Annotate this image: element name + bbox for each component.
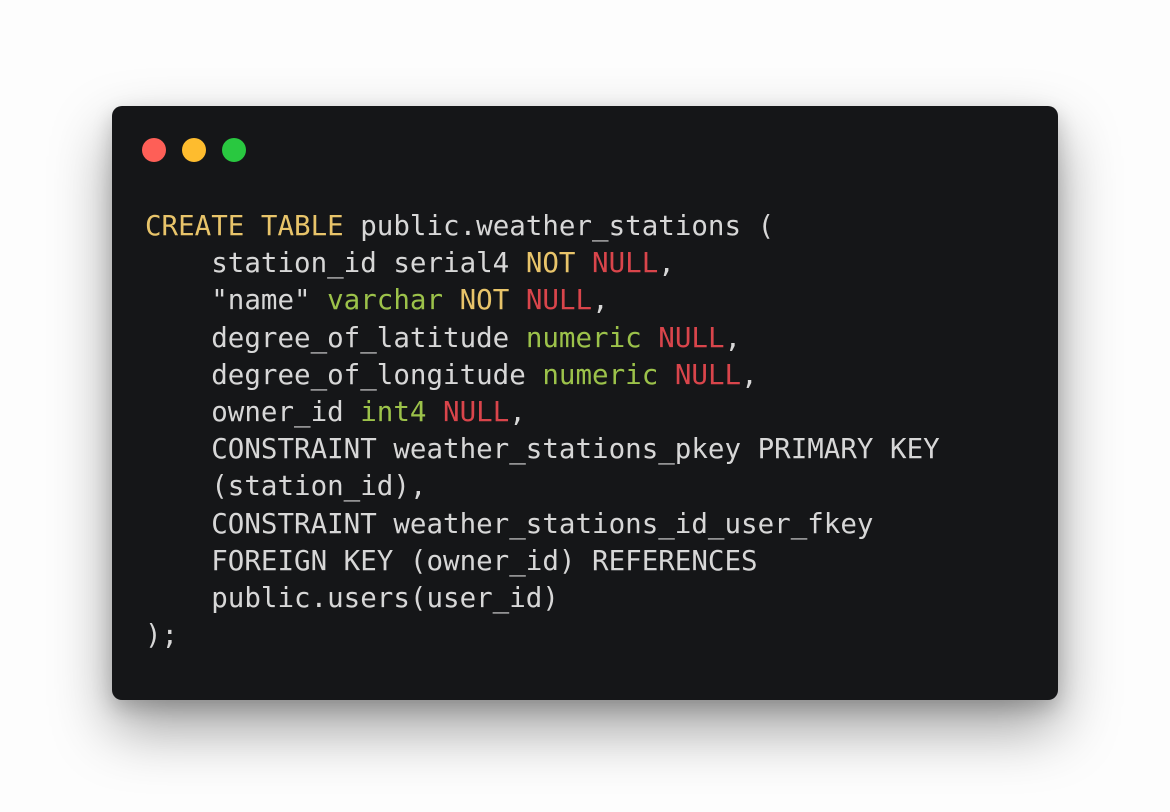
code-line: owner_id int4 NULL, xyxy=(145,394,940,431)
code-line: ); xyxy=(145,617,940,654)
code-token-keyword: NOT xyxy=(525,247,576,280)
code-token-plain: station_id serial4 xyxy=(145,247,526,280)
code-token-null: NULL xyxy=(674,358,742,391)
code-token-plain: degree_of_longitude xyxy=(145,358,543,391)
code-token-plain: , xyxy=(658,247,675,280)
code-token-keyword: NOT xyxy=(459,284,510,317)
code-token-plain: ); xyxy=(145,619,179,652)
code-token-plain: degree_of_latitude xyxy=(145,321,526,354)
code-line: public.users(user_id) xyxy=(145,580,940,617)
page-background: CREATE TABLE public.weather_stations ( s… xyxy=(0,0,1170,812)
code-token-type: numeric xyxy=(525,321,642,354)
code-token-plain: , xyxy=(592,284,609,317)
code-token-null: NULL xyxy=(658,321,725,354)
code-line: CONSTRAINT weather_stations_id_user_fkey xyxy=(145,506,940,543)
code-line: degree_of_longitude numeric NULL, xyxy=(145,357,940,394)
minimize-light[interactable] xyxy=(182,138,206,162)
code-token-plain: , xyxy=(509,395,526,428)
code-line: "name" varchar NOT NULL, xyxy=(145,282,940,319)
code-token-null: NULL xyxy=(525,284,593,317)
code-token-plain: public.weather_stations ( xyxy=(343,210,775,242)
code-line: degree_of_latitude numeric NULL, xyxy=(145,320,940,357)
code-token-null: NULL xyxy=(592,247,659,280)
code-token-type: numeric xyxy=(542,358,659,391)
code-line: (station_id), xyxy=(145,468,940,505)
code-token-plain: FOREIGN KEY (owner_id) REFERENCES xyxy=(145,544,758,577)
code-token-null: NULL xyxy=(443,395,510,428)
code-line: CONSTRAINT weather_stations_pkey PRIMARY… xyxy=(145,431,940,468)
code-token-plain: (station_id), xyxy=(145,470,427,503)
code-token-plain: CONSTRAINT weather_stations_id_user_fkey xyxy=(145,507,874,540)
code-line: station_id serial4 NOT NULL, xyxy=(145,245,940,282)
code-token-keyword: CREATE TABLE xyxy=(145,210,344,242)
sql-code-block: CREATE TABLE public.weather_stations ( s… xyxy=(145,208,940,654)
code-token-plain: CONSTRAINT weather_stations_pkey PRIMARY… xyxy=(145,433,940,466)
code-line: FOREIGN KEY (owner_id) REFERENCES xyxy=(145,543,940,580)
close-light[interactable] xyxy=(142,138,166,162)
code-line: CREATE TABLE public.weather_stations ( xyxy=(145,208,940,245)
code-token-plain: public.users(user_id) xyxy=(145,581,559,614)
code-token-plain: , xyxy=(741,358,758,391)
code-token-type: int4 xyxy=(360,395,427,428)
code-token-type: varchar xyxy=(327,284,444,317)
code-window: CREATE TABLE public.weather_stations ( s… xyxy=(112,106,1058,700)
code-token-plain: , xyxy=(724,321,742,354)
maximize-light[interactable] xyxy=(222,138,246,162)
code-token-plain: owner_id xyxy=(145,395,361,428)
code-token-plain: "name" xyxy=(145,284,328,317)
